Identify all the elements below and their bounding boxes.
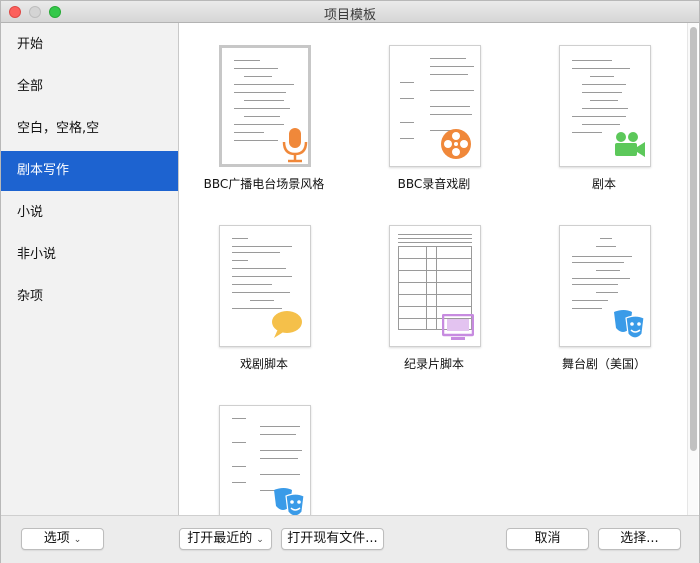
template-thumbnail[interactable] <box>219 405 311 515</box>
template-thumbnail[interactable] <box>389 225 481 347</box>
window-title: 项目模板 <box>323 8 376 23</box>
options-button-label: 选项 <box>43 531 70 546</box>
sidebar-item-start[interactable]: 开始 <box>1 25 178 65</box>
chevron-down-icon: ⌄ <box>73 535 82 545</box>
cancel-button[interactable]: 取消 <box>506 528 589 550</box>
category-sidebar: 开始 全部 空白，空格,空 剧本写作 小说 非小说 杂项 <box>1 23 179 515</box>
monitor-icon <box>441 313 475 346</box>
vertical-scrollbar[interactable] <box>687 23 698 515</box>
footer-bar: 选项 ⌄ 打开最近的 ⌄ 打开现有文件... 取消 选择... <box>1 515 699 563</box>
template-thumbnail[interactable] <box>389 45 481 167</box>
sidebar-item-fiction[interactable]: 小说 <box>1 193 178 233</box>
sidebar-item-blank[interactable]: 空白，空格,空 <box>1 109 178 149</box>
sidebar-item-all[interactable]: 全部 <box>1 67 178 107</box>
template-thumbnail[interactable] <box>219 225 311 347</box>
open-recent-button-label: 打开最近的 <box>187 531 253 546</box>
template-grid: BBC广播电台场景风格 BBC录音戏剧 剧本 戏剧脚本 纪录片脚本 舞台剧（美国… <box>179 23 699 515</box>
chevron-down-icon: ⌄ <box>256 535 264 545</box>
title-bar: 项目模板 <box>1 1 699 23</box>
template-thumbnail[interactable] <box>559 225 651 347</box>
template-thumbnail[interactable] <box>219 45 311 167</box>
scrollbar-thumb[interactable] <box>690 27 697 451</box>
speech-bubble-icon <box>270 310 304 344</box>
template-window: 项目模板 开始 全部 空白，空格,空 剧本写作 小说 非小说 杂项 BBC广播电… <box>0 0 700 563</box>
template-label: 戏剧脚本 <box>239 357 288 371</box>
theater-masks-icon <box>612 308 646 346</box>
movie-camera-icon <box>612 130 646 164</box>
sidebar-item-scriptwriting[interactable]: 剧本写作 <box>1 151 178 191</box>
template-label: 剧本 <box>591 177 616 191</box>
template-label: BBC广播电台场景风格 <box>203 177 325 191</box>
film-reel-icon <box>440 128 472 164</box>
open-existing-file-button[interactable]: 打开现有文件... <box>281 528 384 550</box>
template-label: BBC录音戏剧 <box>397 177 471 191</box>
open-recent-button[interactable]: 打开最近的 ⌄ <box>179 528 272 550</box>
template-label: 舞台剧（美国） <box>561 357 646 371</box>
sidebar-item-misc[interactable]: 杂项 <box>1 277 178 317</box>
template-label: 纪录片脚本 <box>403 357 464 371</box>
theater-masks-icon <box>272 486 306 515</box>
template-thumbnail[interactable] <box>559 45 651 167</box>
choose-button[interactable]: 选择... <box>598 528 681 550</box>
options-button[interactable]: 选项 ⌄ <box>21 528 104 550</box>
microphone-icon <box>280 126 308 164</box>
sidebar-item-non-fiction[interactable]: 非小说 <box>1 235 178 275</box>
